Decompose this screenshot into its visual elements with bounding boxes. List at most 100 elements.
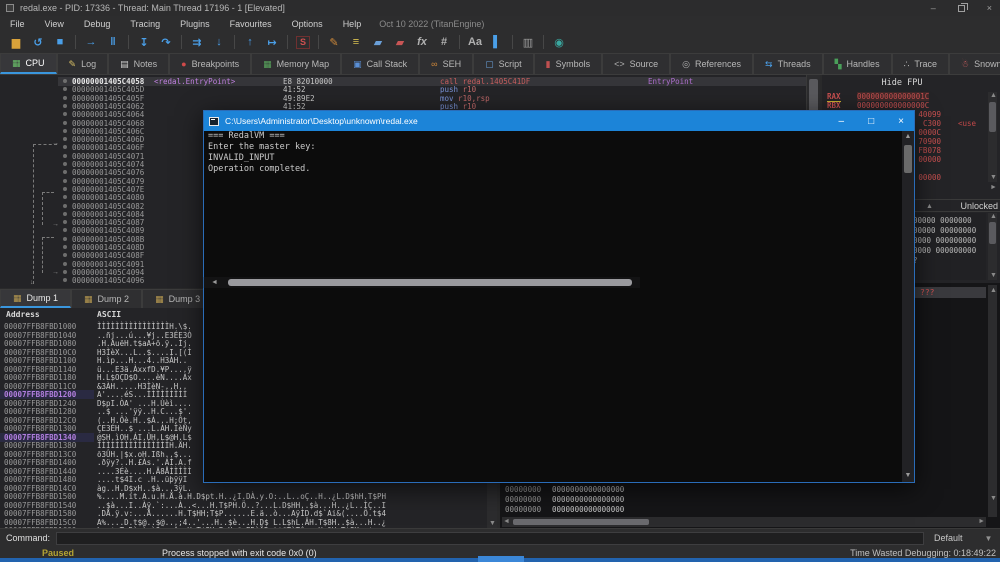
breakpoint-dot[interactable] bbox=[63, 220, 67, 224]
breakpoint-dot[interactable] bbox=[63, 278, 67, 282]
menu-options[interactable]: Options bbox=[282, 19, 333, 29]
register-value-rbx[interactable]: 000000000000000C bbox=[857, 101, 929, 110]
args-collapse-icon[interactable]: ▲ bbox=[926, 203, 933, 211]
breakpoint-dot[interactable] bbox=[63, 270, 67, 274]
skip-icon[interactable]: ↦ bbox=[262, 34, 282, 50]
calling-convention-lock-label[interactable]: Unlocked bbox=[960, 201, 998, 211]
bookmark-icon[interactable]: ▰ bbox=[390, 34, 410, 50]
tab-symbols[interactable]: ▮Symbols bbox=[534, 53, 602, 74]
menu-debug[interactable]: Debug bbox=[74, 19, 121, 29]
breakpoint-dot[interactable] bbox=[63, 112, 67, 116]
breakpoint-dot[interactable] bbox=[63, 179, 67, 183]
breakpoint-dot[interactable] bbox=[63, 245, 67, 249]
menu-view[interactable]: View bbox=[35, 19, 74, 29]
settings-icon[interactable]: ◉ bbox=[549, 34, 569, 50]
hash-icon[interactable]: # bbox=[434, 34, 454, 50]
toolbar-separator bbox=[459, 35, 460, 49]
tab-snowman[interactable]: ☃Snowman bbox=[949, 53, 1000, 74]
stack-hscrollbar[interactable]: ◄ ► bbox=[502, 517, 986, 527]
registers-vscrollbar[interactable]: ▲ ▼ bbox=[988, 92, 997, 182]
console-line: Enter the master key: bbox=[204, 142, 914, 153]
tab-notes[interactable]: ▤Notes bbox=[108, 53, 169, 74]
label-icon[interactable]: ▰ bbox=[368, 34, 388, 50]
tab-call-stack[interactable]: ▣Call Stack bbox=[341, 53, 419, 74]
breakpoint-dot[interactable] bbox=[63, 96, 67, 100]
step-over-icon[interactable]: ↷ bbox=[156, 34, 176, 50]
comment-icon[interactable]: ≡ bbox=[346, 34, 366, 50]
restore-icon[interactable] bbox=[958, 5, 965, 12]
hide-fpu-button[interactable]: Hide FPU bbox=[882, 78, 923, 88]
debug-state-badge: Paused bbox=[0, 548, 74, 558]
console-maximize-icon[interactable]: □ bbox=[868, 116, 874, 127]
tab-seh[interactable]: ∞SEH bbox=[419, 53, 473, 74]
breakpoint-dot[interactable] bbox=[63, 187, 67, 191]
register-annotation: <use bbox=[958, 119, 976, 128]
command-input[interactable] bbox=[56, 532, 924, 545]
stop-icon[interactable]: ■ bbox=[50, 34, 70, 50]
step-into-icon[interactable]: ↧ bbox=[134, 34, 154, 50]
console-titlebar[interactable]: C:\Users\Administrator\Desktop\unknown\r… bbox=[204, 111, 914, 131]
tab-handles[interactable]: ▚Handles bbox=[823, 53, 892, 74]
menu-help[interactable]: Help bbox=[333, 19, 372, 29]
tab-references[interactable]: ◎References bbox=[670, 53, 753, 74]
registers-hscroll-right-icon[interactable]: ► bbox=[990, 184, 997, 192]
seh-chain-icon[interactable]: S bbox=[296, 36, 310, 49]
breakpoint-dot[interactable] bbox=[63, 154, 67, 158]
breakpoint-dot[interactable] bbox=[63, 121, 67, 125]
arguments-vscrollbar[interactable]: ▲ ▼ bbox=[988, 213, 997, 280]
breakpoint-dot[interactable] bbox=[63, 104, 67, 108]
restart-icon[interactable]: ↺ bbox=[28, 34, 48, 50]
tab-threads[interactable]: ⇆Threads bbox=[753, 53, 823, 74]
console-close-icon[interactable]: × bbox=[898, 116, 904, 127]
console-vscrollbar[interactable]: ▲ ▼ bbox=[902, 131, 914, 482]
breakpoint-dot[interactable] bbox=[63, 145, 67, 149]
execute-till-return-icon[interactable]: ↑ bbox=[240, 34, 260, 50]
menu-tracing[interactable]: Tracing bbox=[120, 19, 170, 29]
disassembly-hscrollbar[interactable]: ◄ bbox=[203, 277, 640, 288]
tab-cpu[interactable]: ▦CPU bbox=[0, 53, 57, 74]
open-file-icon[interactable]: ▆ bbox=[6, 34, 26, 50]
tab-dump-2[interactable]: ▦Dump 2 bbox=[71, 289, 142, 308]
breakpoint-dot[interactable] bbox=[63, 79, 67, 83]
font-icon[interactable]: Aa bbox=[465, 34, 485, 50]
tab-trace[interactable]: ∴Trace bbox=[892, 53, 949, 74]
highlight-icon[interactable]: ▌ bbox=[487, 34, 507, 50]
patch-icon[interactable]: ✎ bbox=[324, 34, 344, 50]
breakpoint-dot[interactable] bbox=[63, 170, 67, 174]
tab-source[interactable]: <>Source bbox=[602, 53, 670, 74]
breakpoint-dot[interactable] bbox=[63, 204, 67, 208]
run-to-user-code-icon[interactable]: ⇉ bbox=[187, 34, 207, 50]
console-window[interactable]: C:\Users\Administrator\Desktop\unknown\r… bbox=[203, 110, 915, 483]
menu-file[interactable]: File bbox=[0, 19, 35, 29]
step-out-icon[interactable]: ↓ bbox=[209, 34, 229, 50]
breakpoint-dot[interactable] bbox=[63, 87, 67, 91]
tab-log[interactable]: ✎Log bbox=[57, 53, 109, 74]
breakpoint-dot[interactable] bbox=[63, 253, 67, 257]
command-profile-select[interactable]: Default bbox=[934, 533, 963, 543]
breakpoint-dot[interactable] bbox=[63, 262, 67, 266]
menu-favourites[interactable]: Favourites bbox=[220, 19, 282, 29]
console-output[interactable]: === RedalVM ===Enter the master key:INVA… bbox=[204, 131, 914, 482]
close-icon[interactable]: × bbox=[987, 3, 992, 13]
tab-script[interactable]: ▢Script bbox=[473, 53, 534, 74]
pause-icon[interactable]: ‖ bbox=[103, 34, 123, 50]
console-minimize-icon[interactable]: – bbox=[839, 116, 845, 127]
menu-plugins[interactable]: Plugins bbox=[170, 19, 220, 29]
stack-vscrollbar[interactable]: ▲ ▼ bbox=[988, 285, 997, 517]
breakpoint-dot[interactable] bbox=[63, 237, 67, 241]
breakpoint-dot[interactable] bbox=[63, 228, 67, 232]
tab-memory-map[interactable]: ▦Memory Map bbox=[251, 53, 341, 74]
function-icon[interactable]: fx bbox=[412, 34, 432, 50]
layout-icon[interactable]: ▥ bbox=[518, 34, 538, 50]
tab-dump-1[interactable]: ▦Dump 1 bbox=[0, 289, 71, 308]
run-icon[interactable]: → bbox=[81, 34, 101, 50]
breakpoint-dot[interactable] bbox=[63, 129, 67, 133]
chevron-down-icon[interactable]: ▼ bbox=[985, 534, 993, 543]
breakpoint-dot[interactable] bbox=[63, 195, 67, 199]
breakpoint-dot[interactable] bbox=[63, 162, 67, 166]
breakpoint-dot[interactable] bbox=[63, 212, 67, 216]
tab-breakpoints[interactable]: ●Breakpoints bbox=[169, 53, 251, 74]
register-value-rax[interactable]: 000000000000001C bbox=[857, 92, 929, 101]
minimize-icon[interactable]: – bbox=[931, 3, 936, 13]
breakpoint-dot[interactable] bbox=[63, 137, 67, 141]
